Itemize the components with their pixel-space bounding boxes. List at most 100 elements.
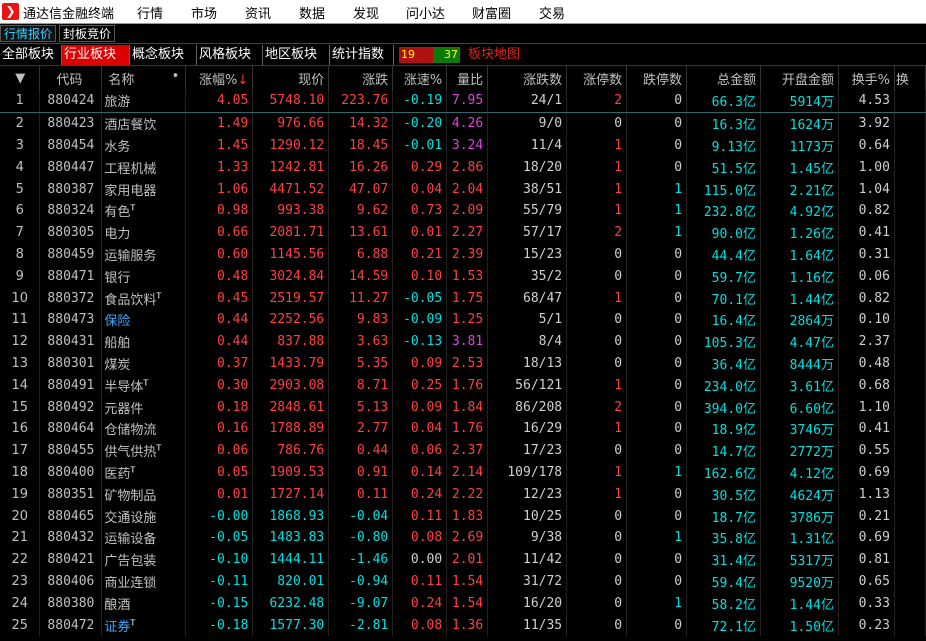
table-row[interactable]: 22 880421 广告包装 -0.10 1444.11 -1.46 0.00 2.01 11/…	[0, 548, 926, 571]
row-volume-ratio: 2.69	[446, 526, 489, 549]
menu-discover[interactable]: 发现	[353, 3, 379, 22]
cat-stats[interactable]: 统计指数	[330, 45, 394, 65]
menu-market[interactable]: 市场	[191, 3, 217, 22]
row-change-pct: 1.45	[185, 134, 254, 157]
menu-wealth[interactable]: 财富圈	[472, 3, 511, 22]
menu-data[interactable]: 数据	[299, 3, 325, 22]
menu-ask[interactable]: 问小达	[406, 3, 445, 22]
table-row[interactable]: 11 880473 保险 0.44 2252.56 9.83 -0.09 1.25 5/1 0 0 1…	[0, 308, 926, 331]
col-name[interactable]: 名称 •	[101, 66, 187, 90]
table-row[interactable]: 17 880455 供气供热T 0.06 786.76 0.44 0.06 2.37 17/23…	[0, 439, 926, 462]
sector-name: 水务	[104, 139, 131, 155]
row-index: 5	[0, 178, 41, 200]
table-row[interactable]: 3 880454 水务 1.45 1290.12 18.45 -0.01 3.24 11/4 1 0…	[0, 134, 926, 157]
col-open-amount[interactable]: 开盘金额	[760, 66, 839, 90]
table-row[interactable]: 23 880406 商业连锁 -0.11 820.01 -0.94 0.11 1.54 31/7…	[0, 570, 926, 593]
row-price: 837.88	[252, 330, 330, 353]
col-change-pct[interactable]: 涨幅%↓	[185, 66, 254, 90]
t-marker: T	[156, 291, 162, 301]
table-row[interactable]: 4 880447 工程机械 1.33 1242.81 16.26 0.29 2.86 18/20…	[0, 156, 926, 179]
tab-limit-auction[interactable]: 封板竞价	[59, 25, 116, 42]
menu-trade[interactable]: 交易	[539, 3, 565, 22]
row-name: 银行	[101, 265, 187, 288]
row-volume-ratio: 1.25	[446, 308, 489, 331]
row-limit-up: 1	[566, 134, 628, 157]
row-code: 880431	[39, 330, 103, 353]
row-index: 25	[0, 614, 41, 636]
table-row[interactable]: 25 880472 证券T -0.18 1577.30 -2.81 0.08 1.36 11/3…	[0, 614, 926, 636]
table-row[interactable]: 10 880372 食品饮料T 0.45 2519.57 11.27 -0.05 1.75 68…	[0, 287, 926, 309]
table-row[interactable]: 12 880431 船舶 0.44 837.88 3.63 -0.13 3.81 8/4 0 0 10…	[0, 330, 926, 353]
table-row[interactable]: 13 880301 煤炭 0.37 1433.79 5.35 0.09 2.53 18/13 0 0…	[0, 352, 926, 375]
menu-news[interactable]: 资讯	[245, 3, 271, 22]
row-turnover: 0.21	[838, 505, 895, 527]
col-updown-count[interactable]: 涨跌数	[487, 66, 568, 90]
table-row[interactable]: 7 880305 电力 0.66 2081.71 13.61 0.01 2.27 57/17 2 1…	[0, 221, 926, 244]
cat-all[interactable]: 全部板块	[0, 45, 62, 65]
col-speed[interactable]: 涨速%	[392, 66, 448, 90]
row-speed: 0.10	[392, 265, 448, 288]
table-row[interactable]: 20 880465 交通设施 -0.00 1868.93 -0.04 0.11 1.83 10/…	[0, 505, 926, 527]
row-updown: 24/1	[487, 90, 568, 113]
row-index: 8	[0, 243, 41, 266]
tab-quotes[interactable]: 行情报价	[0, 25, 57, 42]
row-updown: 11/42	[487, 548, 568, 571]
row-turnover: 0.68	[838, 374, 895, 397]
table-row[interactable]: 21 880432 运输设备 -0.05 1483.83 -0.80 0.08 2.69 9/3…	[0, 526, 926, 549]
col-price[interactable]: 现价	[252, 66, 330, 90]
table-row[interactable]: 15 880492 元器件 0.18 2848.61 5.13 0.09 1.84 86/208…	[0, 396, 926, 418]
row-more	[894, 243, 926, 266]
row-code: 880464	[39, 417, 103, 440]
col-more[interactable]: 换	[894, 66, 926, 90]
row-limit-down: 0	[626, 352, 688, 375]
row-amount: 72.1亿	[686, 614, 761, 636]
row-amount: 44.4亿	[686, 243, 761, 266]
table-row[interactable]: 14 880491 半导体T 0.30 2903.08 8.71 0.25 1.76 56/12…	[0, 374, 926, 397]
row-limit-down: 1	[626, 221, 688, 244]
table-row[interactable]: 8 880459 运输服务 0.60 1145.56 6.88 0.21 2.39 15/23 0…	[0, 243, 926, 266]
cat-concept[interactable]: 概念板块	[130, 45, 197, 65]
menu-quotes[interactable]: 行情	[137, 3, 163, 22]
col-limit-down[interactable]: 跌停数	[626, 66, 688, 90]
col-turnover[interactable]: 换手%	[838, 66, 895, 90]
col-limit-up[interactable]: 涨停数	[566, 66, 628, 90]
table-row[interactable]: 9 880471 银行 0.48 3024.84 14.59 0.10 1.53 35/2 0 0 5…	[0, 265, 926, 288]
table-row[interactable]: 6 880324 有色T 0.98 993.38 9.62 0.73 2.09 55/79 1 1 2…	[0, 199, 926, 222]
row-more	[894, 461, 926, 484]
row-updown: 15/23	[487, 243, 568, 266]
col-total-amount[interactable]: 总金额	[686, 66, 761, 90]
cat-industry[interactable]: 行业板块	[62, 45, 130, 65]
table-row[interactable]: 19 880351 矿物制品 0.01 1727.14 0.11 0.24 2.22 12/23…	[0, 483, 926, 506]
sector-map-link[interactable]: 板块地图	[468, 46, 520, 64]
cat-style[interactable]: 风格板块	[197, 45, 263, 65]
col-volume-ratio[interactable]: 量比	[446, 66, 489, 90]
table-row[interactable]: 1 880424 旅游 4.05 5748.10 223.76 -0.19 7.95 24/1 2…	[0, 90, 926, 113]
row-speed: 0.25	[392, 374, 448, 397]
table-row[interactable]: 18 880400 医药T 0.05 1909.53 0.91 0.14 2.14 109/17…	[0, 461, 926, 484]
row-limit-down: 1	[626, 461, 688, 484]
row-price: 976.66	[252, 112, 330, 135]
row-limit-up: 0	[566, 570, 628, 593]
row-change: 14.32	[328, 112, 394, 135]
table-row[interactable]: 24 880380 酿酒 -0.15 6232.48 -9.07 0.24 1.54 16/20…	[0, 592, 926, 615]
row-open-amount: 5317万	[760, 548, 839, 571]
row-more	[894, 396, 926, 418]
col-code[interactable]: 代码	[39, 66, 103, 90]
row-limit-up: 0	[566, 243, 628, 266]
cat-region[interactable]: 地区板块	[263, 45, 330, 65]
table-row[interactable]: 16 880464 仓储物流 0.16 1788.89 2.77 0.04 1.76 16/29…	[0, 417, 926, 440]
t-marker: T	[130, 618, 136, 628]
sort-icon[interactable]: ▼	[0, 66, 41, 90]
sector-name: 证券	[104, 619, 131, 635]
row-amount: 66.3亿	[686, 90, 761, 113]
table-row[interactable]: 5 880387 家用电器 1.06 4471.52 47.07 0.04 2.04 38/51…	[0, 178, 926, 200]
row-turnover: 0.10	[838, 308, 895, 331]
row-name: 广告包装	[101, 548, 187, 571]
row-index: 20	[0, 505, 41, 527]
row-change: 0.91	[328, 461, 394, 484]
row-limit-up: 0	[566, 439, 628, 462]
row-speed: 0.06	[392, 439, 448, 462]
table-row[interactable]: 2 880423 酒店餐饮 1.49 976.66 14.32 -0.20 4.26 9/0 0 0…	[0, 112, 926, 135]
row-change: 9.62	[328, 199, 394, 222]
col-change[interactable]: 涨跌	[328, 66, 394, 90]
